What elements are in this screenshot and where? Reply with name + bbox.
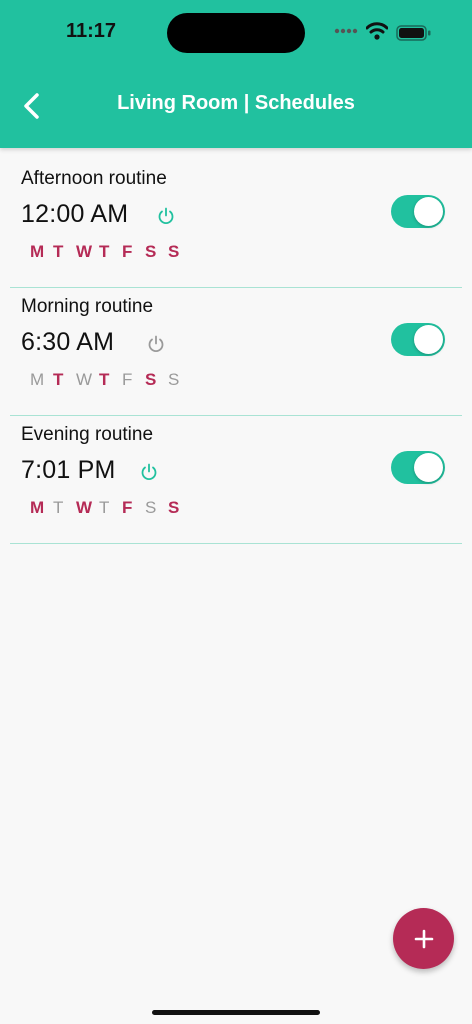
cellular-signal-icon xyxy=(334,28,358,34)
schedule-time: 6:30 AM xyxy=(21,328,115,356)
power-icon xyxy=(158,207,174,225)
weekday-list: MTWTFSS xyxy=(30,242,191,262)
weekday-label: T xyxy=(53,498,64,517)
schedule-name: Morning routine xyxy=(21,296,154,317)
schedule-list: Afternoon routine 12:00 AM M T W T F S S Morning … xyxy=(10,160,462,544)
weekday-label: S xyxy=(168,370,180,389)
weekday-label: S xyxy=(168,498,180,517)
home-indicator xyxy=(152,1010,320,1015)
schedule-toggle[interactable] xyxy=(391,323,445,356)
schedule-item[interactable]: Evening routine 7:01 PM M T W T F S S xyxy=(10,416,462,544)
app-header: 11:17 Living Room | Schedules xyxy=(0,0,472,148)
weekday-label: S xyxy=(145,242,157,261)
schedule-toggle[interactable] xyxy=(391,195,445,228)
weekday-label: W xyxy=(76,370,93,389)
weekday-label: S xyxy=(168,242,180,261)
weekday-label: S xyxy=(145,370,157,389)
toggle-knob xyxy=(414,325,443,354)
weekday-label: M xyxy=(30,242,45,261)
weekday-label: W xyxy=(76,242,93,261)
weekday-label: W xyxy=(76,498,93,517)
weekday-label: M xyxy=(30,370,45,389)
add-schedule-button[interactable] xyxy=(393,908,454,969)
schedule-name: Afternoon routine xyxy=(21,168,167,189)
weekday-label: F xyxy=(122,498,133,517)
schedule-item[interactable]: Morning routine 6:30 AM M T W T F S S xyxy=(10,288,462,416)
weekday-label: F xyxy=(122,370,133,389)
toggle-knob xyxy=(414,453,443,482)
weekday-label: T xyxy=(99,370,110,389)
weekday-label: S xyxy=(145,498,157,517)
page-title: Living Room | Schedules xyxy=(117,92,355,114)
schedule-time: 12:00 AM xyxy=(21,200,129,228)
weekday-label: T xyxy=(53,370,64,389)
weekday-label: T xyxy=(99,498,110,517)
weekday-list: MTWTFSS xyxy=(30,498,191,518)
weekday-label: M xyxy=(30,498,45,517)
schedule-time: 7:01 PM xyxy=(21,456,116,484)
dynamic-island xyxy=(167,13,305,53)
schedule-name: Evening routine xyxy=(21,424,154,445)
toggle-knob xyxy=(414,197,443,226)
status-time: 11:17 xyxy=(66,20,117,42)
schedule-item[interactable]: Afternoon routine 12:00 AM M T W T F S S xyxy=(10,160,462,288)
status-bar: 11:17 xyxy=(0,0,472,64)
wifi-icon xyxy=(366,22,388,40)
power-icon xyxy=(141,463,157,481)
weekday-label: T xyxy=(53,242,64,261)
battery-icon xyxy=(396,25,431,41)
weekday-label: F xyxy=(122,242,133,261)
schedule-toggle[interactable] xyxy=(391,451,445,484)
weekday-label: T xyxy=(99,242,110,261)
power-icon xyxy=(148,335,164,353)
weekday-list: MTWTFSS xyxy=(30,370,191,390)
plus-icon xyxy=(414,929,433,948)
